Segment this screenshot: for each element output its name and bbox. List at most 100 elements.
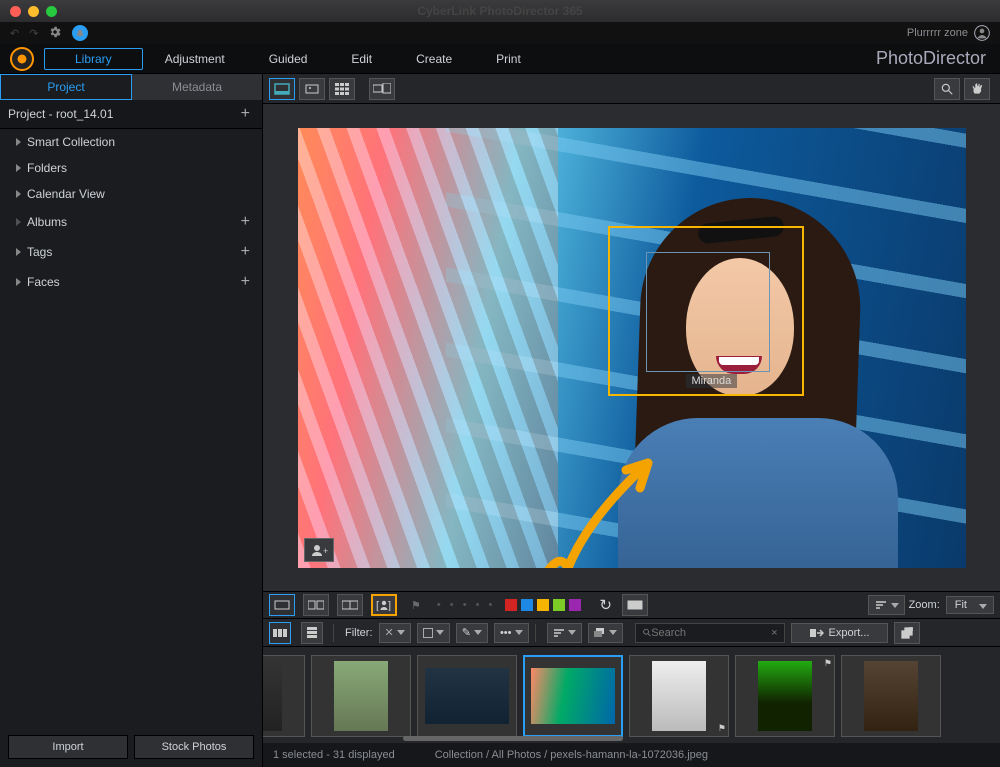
color-label-red[interactable]: [505, 599, 517, 611]
sort-button[interactable]: [868, 595, 905, 615]
photo: Miranda +: [298, 128, 966, 568]
thumbnail[interactable]: [311, 655, 411, 737]
single-view-button[interactable]: [299, 78, 325, 100]
tree-tags[interactable]: Tags +: [0, 237, 262, 267]
settings-icon[interactable]: [48, 25, 62, 42]
thumbnail[interactable]: [263, 655, 305, 737]
filmstrip-horizontal-button[interactable]: [269, 622, 291, 644]
tab-edit[interactable]: Edit: [329, 47, 394, 71]
tree-albums[interactable]: Albums +: [0, 207, 262, 237]
rating-dots[interactable]: • • • • •: [431, 599, 501, 611]
expand-icon: [16, 190, 21, 198]
tag-face-button[interactable]: +: [304, 538, 334, 562]
stack-button[interactable]: [588, 623, 623, 643]
rotate-icon[interactable]: ↻: [599, 596, 612, 614]
side-by-side-button[interactable]: [303, 594, 329, 616]
filter-flag-button[interactable]: ✕: [379, 623, 411, 643]
tab-library[interactable]: Library: [44, 48, 143, 70]
add-project-button[interactable]: +: [237, 105, 254, 123]
tab-print[interactable]: Print: [474, 47, 543, 71]
module-tabs: Library Adjustment Guided Edit Create Pr…: [0, 44, 1000, 74]
secondary-monitor-button[interactable]: [369, 78, 395, 100]
flag-icon: ⚑: [824, 658, 832, 669]
face-detection-inner-box[interactable]: [646, 252, 770, 372]
stock-photos-button[interactable]: Stock Photos: [134, 735, 254, 759]
redo-icon[interactable]: ↷: [29, 27, 38, 40]
tree-folders[interactable]: Folders: [0, 155, 262, 181]
project-name: Project - root_14.01: [8, 107, 113, 121]
expand-icon: [16, 278, 21, 286]
flag-icon[interactable]: ⚑: [405, 599, 427, 612]
selection-status: 1 selected - 31 displayed: [273, 749, 395, 761]
viewer-options-toolbar: [] ⚑ • • • • • ↻ Zoom: Fit: [263, 591, 1000, 619]
expand-icon: [16, 218, 21, 226]
svg-text:[: [: [376, 600, 379, 611]
color-label-purple[interactable]: [569, 599, 581, 611]
filter-edit-button[interactable]: ✎: [456, 623, 488, 643]
thumbnail[interactable]: [841, 655, 941, 737]
search-input[interactable]: [651, 627, 771, 639]
thumbnail-selected[interactable]: [523, 655, 623, 737]
add-album-button[interactable]: +: [237, 213, 254, 231]
macos-titlebar: CyberLink PhotoDirector 365: [0, 0, 1000, 22]
thumbnail[interactable]: ⚑: [629, 655, 729, 737]
search-icon: [642, 627, 652, 638]
filter-rating-button[interactable]: •••: [494, 623, 529, 643]
clear-search-icon[interactable]: ×: [771, 627, 777, 639]
filter-label-button[interactable]: [417, 623, 450, 643]
project-header: Project - root_14.01 +: [0, 100, 262, 129]
share-button[interactable]: [894, 622, 920, 644]
histogram-button[interactable]: [622, 594, 648, 616]
import-button[interactable]: Import: [8, 735, 128, 759]
sort-order-button[interactable]: [547, 623, 582, 643]
face-tag-mode-button[interactable]: []: [371, 594, 397, 616]
app-logo-icon: [10, 47, 34, 71]
expand-icon: [16, 164, 21, 172]
thumbnail[interactable]: ⚑: [735, 655, 835, 737]
breadcrumb: Collection / All Photos / pexels-hamann-…: [435, 749, 708, 761]
color-label-blue[interactable]: [521, 599, 533, 611]
single-pane-button[interactable]: [269, 594, 295, 616]
add-tag-button[interactable]: +: [237, 243, 254, 261]
view-toolbar: [263, 74, 1000, 104]
svg-text:]: ]: [388, 600, 391, 611]
face-name-label[interactable]: Miranda: [686, 374, 738, 388]
grid-view-button[interactable]: [329, 78, 355, 100]
filter-label: Filter:: [345, 627, 373, 639]
sidetab-metadata[interactable]: Metadata: [132, 74, 262, 100]
undo-icon[interactable]: ↶: [10, 27, 19, 40]
tab-guided[interactable]: Guided: [247, 47, 330, 71]
thumbnail[interactable]: [417, 655, 517, 737]
window-title: CyberLink PhotoDirector 365: [0, 4, 1000, 18]
annotation-arrow-icon: [528, 438, 698, 568]
color-label-yellow[interactable]: [537, 599, 549, 611]
main-panel: Miranda + [] ⚑ • • • • • ↻: [263, 74, 1000, 767]
status-bar: 1 selected - 31 displayed Collection / A…: [263, 743, 1000, 767]
sidebar: Project Metadata Project - root_14.01 + …: [0, 74, 263, 767]
filmstrip-vertical-button[interactable]: [301, 622, 323, 644]
tree-faces[interactable]: Faces +: [0, 267, 262, 297]
viewer-only-button[interactable]: [269, 78, 295, 100]
split-view-button[interactable]: [337, 594, 363, 616]
export-button[interactable]: Export...: [791, 623, 889, 643]
add-face-button[interactable]: +: [237, 273, 254, 291]
user-avatar-icon: [974, 25, 990, 41]
notifications-icon[interactable]: [72, 25, 88, 41]
zoom-select[interactable]: Fit: [946, 596, 994, 614]
pan-tool-button[interactable]: [964, 78, 990, 100]
sidetab-project[interactable]: Project: [0, 74, 132, 100]
search-box[interactable]: ×: [635, 623, 785, 643]
tree-smart-collection[interactable]: Smart Collection: [0, 129, 262, 155]
tab-adjustment[interactable]: Adjustment: [143, 47, 247, 71]
tab-create[interactable]: Create: [394, 47, 474, 71]
image-viewer[interactable]: Miranda +: [263, 104, 1000, 591]
flag-icon: ⚑: [718, 723, 726, 734]
user-account[interactable]: Plurrrrr zone: [907, 25, 990, 41]
filmstrip-scrollbar[interactable]: [263, 736, 1000, 742]
zoom-tool-button[interactable]: [934, 78, 960, 100]
tree-calendar-view[interactable]: Calendar View: [0, 181, 262, 207]
color-label-green[interactable]: [553, 599, 565, 611]
filter-toolbar: Filter: ✕ ✎ ••• × Export...: [263, 619, 1000, 647]
expand-icon: [16, 248, 21, 256]
filmstrip[interactable]: ⚑ ⚑: [263, 647, 1000, 743]
